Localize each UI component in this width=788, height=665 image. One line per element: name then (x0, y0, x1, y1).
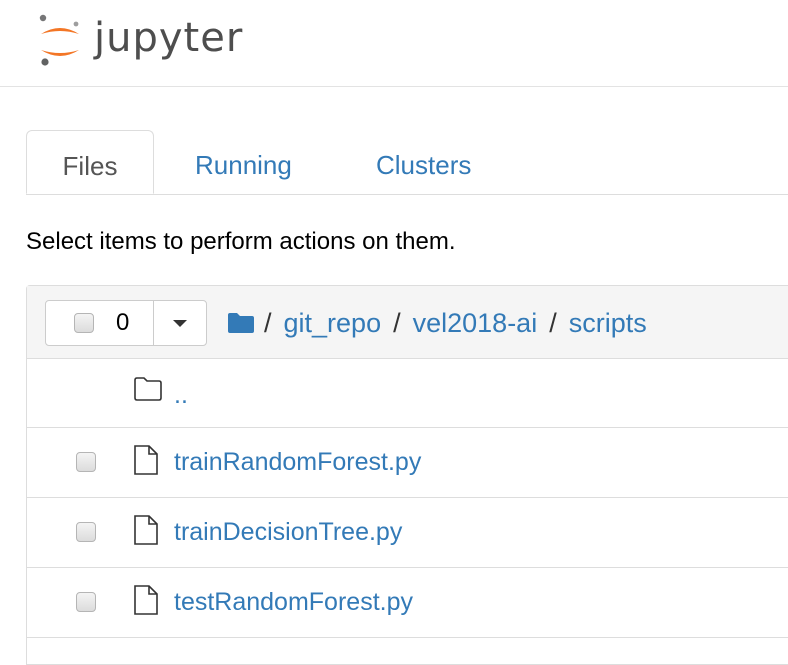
select-all-control: 0 (45, 300, 207, 346)
file-link[interactable]: trainDecisionTree.py (174, 518, 402, 547)
file-list: 0 / git_repo / vel2018-ai / scripts .. t… (26, 285, 788, 665)
tab-clusters[interactable]: Clusters (376, 130, 471, 194)
jupyter-logo[interactable]: jupyter (36, 12, 243, 68)
breadcrumb-git-repo[interactable]: git_repo (284, 308, 382, 339)
logo-text: jupyter (94, 15, 244, 61)
selected-count: 0 (116, 309, 130, 336)
list-item[interactable]: testRandomForest.py (27, 568, 788, 638)
list-item[interactable]: trainRandomForest.py (27, 428, 788, 498)
instructions-text: Select items to perform actions on them. (26, 228, 456, 255)
breadcrumb: / git_repo / vel2018-ai / scripts (227, 303, 647, 343)
breadcrumb-vel2018-ai[interactable]: vel2018-ai (413, 308, 538, 339)
breadcrumb-separator: / (549, 307, 557, 338)
file-icon (133, 444, 159, 481)
file-link[interactable]: testRandomForest.py (174, 588, 413, 617)
row-checkbox[interactable] (76, 522, 96, 542)
folder-icon[interactable] (227, 312, 255, 334)
jupyter-logo-icon (36, 12, 84, 68)
tab-running[interactable]: Running (195, 130, 292, 194)
list-item[interactable]: trainDecisionTree.py (27, 498, 788, 568)
file-link[interactable]: trainRandomForest.py (174, 448, 421, 477)
breadcrumb-scripts[interactable]: scripts (569, 308, 647, 339)
file-icon (133, 584, 159, 621)
file-icon (133, 514, 159, 551)
breadcrumb-separator: / (393, 307, 401, 338)
tab-bar: Files Running Clusters (26, 130, 788, 195)
header-bar: jupyter (0, 0, 788, 87)
tab-files[interactable]: Files (26, 130, 154, 194)
list-item-parent[interactable]: .. (27, 358, 788, 428)
list-header: 0 / git_repo / vel2018-ai / scripts (27, 286, 788, 359)
caret-down-icon (173, 320, 187, 327)
select-dropdown-button[interactable] (154, 301, 206, 345)
breadcrumb-separator: / (264, 307, 272, 338)
select-all-button[interactable]: 0 (46, 301, 154, 345)
row-checkbox[interactable] (76, 592, 96, 612)
parent-dir-link[interactable]: .. (174, 381, 188, 410)
folder-outline-icon (133, 376, 163, 407)
row-checkbox[interactable] (76, 452, 96, 472)
select-all-checkbox[interactable] (74, 313, 94, 333)
